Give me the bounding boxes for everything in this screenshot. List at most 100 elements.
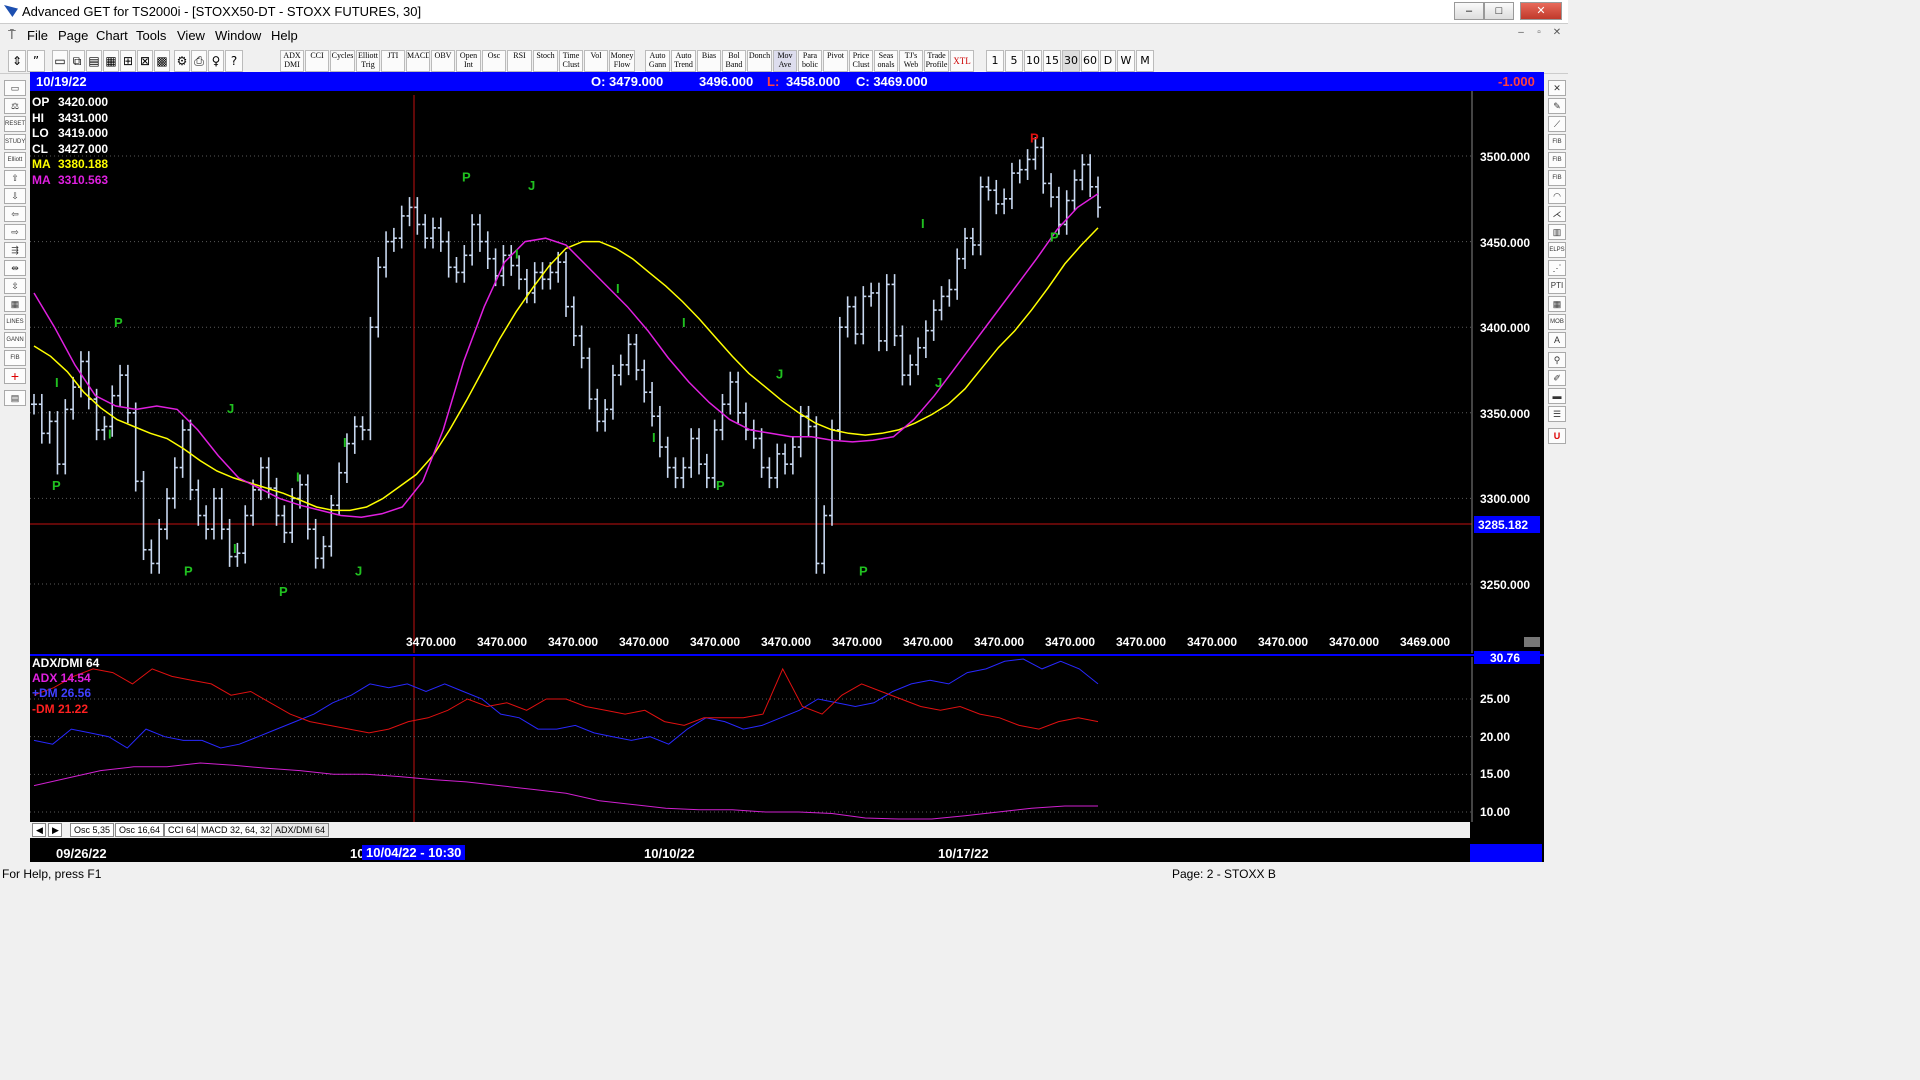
menu-help[interactable]: Help xyxy=(271,28,298,43)
interval-10[interactable]: 10 xyxy=(1024,50,1042,72)
settings-icon[interactable]: ⚙ xyxy=(174,50,190,72)
grid-toggle-icon[interactable]: ▦ xyxy=(4,296,26,312)
arc-icon[interactable]: ◠ xyxy=(1548,188,1566,204)
study-mov-ave[interactable]: Mov Ave xyxy=(773,50,797,72)
arrow-right-icon[interactable]: ⇨ xyxy=(4,224,26,240)
trendline-icon[interactable]: ⟋ xyxy=(1548,116,1566,132)
study-bias[interactable]: Bias xyxy=(697,50,721,72)
notes-icon[interactable]: ▤ xyxy=(4,390,26,406)
menu-tools[interactable]: Tools xyxy=(136,28,166,43)
layout-icon[interactable]: ⊞ xyxy=(120,50,136,72)
arrow-down-icon[interactable]: ⇩ xyxy=(4,188,26,204)
study-osc[interactable]: Osc xyxy=(482,50,506,72)
fib-time-icon[interactable]: FIB TIME xyxy=(1548,170,1566,195)
study-trade-profile[interactable]: Trade Profile xyxy=(924,50,949,72)
tab-osc-16-64[interactable]: Osc 16,64 xyxy=(115,823,165,837)
delete-icon[interactable]: ⊠ xyxy=(137,50,153,72)
study-parabolic[interactable]: Para bolic xyxy=(798,50,822,72)
tab-scroll-right[interactable]: ▶ xyxy=(48,823,62,837)
scale-corner-icon[interactable] xyxy=(1524,637,1540,647)
lines-icon[interactable]: LINES xyxy=(4,314,26,330)
study-macd[interactable]: MACD xyxy=(406,50,430,72)
interval-1[interactable]: 1 xyxy=(986,50,1004,72)
tab-cci-64[interactable]: CCI 64 xyxy=(164,823,201,837)
open-icon[interactable]: ▤ xyxy=(86,50,102,72)
mdi-restore-button[interactable]: ▫ xyxy=(1530,27,1548,43)
study-bol-band[interactable]: Bol Band xyxy=(722,50,746,72)
study-pivot[interactable]: Pivot xyxy=(823,50,848,72)
study-vol[interactable]: Vol xyxy=(584,50,608,72)
ellipse-icon[interactable]: ELPS xyxy=(1548,242,1566,258)
minimize-button[interactable]: – xyxy=(1454,2,1484,20)
grid-icon[interactable]: ▩ xyxy=(154,50,170,72)
study-time-clust[interactable]: Time Clust xyxy=(559,50,583,72)
fib-icon[interactable]: FIB xyxy=(4,350,26,366)
fan-icon[interactable]: ⋌ xyxy=(1548,206,1566,222)
copy-page-icon[interactable]: ⧉ xyxy=(69,50,85,72)
u-icon[interactable]: U xyxy=(1548,428,1566,444)
maximize-button[interactable]: □ xyxy=(1484,2,1514,20)
price-plot-area[interactable] xyxy=(30,91,1472,653)
study-elliott-trig[interactable]: Elliott Trig xyxy=(356,50,380,72)
paint-icon[interactable]: ✐ xyxy=(1548,370,1566,386)
interval-15[interactable]: 15 xyxy=(1043,50,1061,72)
study-obv[interactable]: OBV xyxy=(431,50,455,72)
tab-adx-dmi[interactable]: ADX/DMI 64 xyxy=(271,823,330,837)
study-seasonals[interactable]: Seas onals xyxy=(874,50,898,72)
interval-60[interactable]: 60 xyxy=(1081,50,1099,72)
date-scroll-box[interactable] xyxy=(1470,844,1542,862)
compress-icon[interactable]: ⇶ xyxy=(4,242,26,258)
interval-daily[interactable]: D xyxy=(1100,50,1116,72)
new-page-icon[interactable]: ▭ xyxy=(52,50,68,72)
list-icon[interactable]: ☰ xyxy=(1548,406,1566,422)
interval-weekly[interactable]: W xyxy=(1117,50,1135,72)
fib-ext-icon[interactable]: FIB EXT xyxy=(1548,152,1566,177)
tip-icon[interactable]: ♀ xyxy=(208,50,224,72)
interval-30[interactable]: 30 xyxy=(1062,50,1080,72)
mdi-minimize-button[interactable]: – xyxy=(1512,27,1530,43)
elliott-icon[interactable]: Elliott xyxy=(4,152,26,168)
arrow-left-icon[interactable]: ⇦ xyxy=(4,206,26,222)
reset-icon[interactable]: RESET xyxy=(4,116,26,132)
pointer-tool-icon[interactable]: ⇕ xyxy=(8,50,26,72)
scale-icon[interactable]: ⚖ xyxy=(4,98,26,114)
fib-ret-icon[interactable]: FIB RET xyxy=(1548,134,1566,159)
text-icon[interactable]: A xyxy=(1548,332,1566,348)
mdi-close-button[interactable]: ✕ xyxy=(1548,27,1566,43)
study-open-int[interactable]: Open Int xyxy=(456,50,481,72)
interval-monthly[interactable]: M xyxy=(1136,50,1154,72)
study-jti[interactable]: JTI xyxy=(381,50,405,72)
close-x-icon[interactable]: ✕ xyxy=(1548,80,1566,96)
expand-horizontal-icon[interactable]: ⇹ xyxy=(4,260,26,276)
quote-tool-icon[interactable]: ” xyxy=(27,50,45,72)
close-button[interactable]: ✕ xyxy=(1520,2,1562,20)
tab-scroll-left[interactable]: ◀ xyxy=(32,823,46,837)
study-cci[interactable]: CCI xyxy=(305,50,329,72)
study-auto-gann[interactable]: Auto Gann xyxy=(645,50,670,72)
study-stoch[interactable]: Stoch xyxy=(533,50,558,72)
pti-icon[interactable]: PTI xyxy=(1548,278,1566,294)
study-cycles[interactable]: Cycles xyxy=(330,50,355,72)
channel-icon[interactable]: ▥ xyxy=(1548,224,1566,240)
menu-window[interactable]: Window xyxy=(215,28,261,43)
chart-svg[interactable]: I P I P P I J I P J I P I J I P J I P P I J P I 3500.000 3450.0… xyxy=(30,91,1544,822)
menu-view[interactable]: View xyxy=(177,28,205,43)
arrow-up-icon[interactable]: ⇧ xyxy=(4,170,26,186)
gann-icon[interactable]: GANN xyxy=(4,332,26,348)
ruler-icon[interactable]: ▬ xyxy=(1548,388,1566,404)
gann-fan-icon[interactable]: ⋰ xyxy=(1548,260,1566,276)
study-tjs-web[interactable]: TJ's Web xyxy=(899,50,923,72)
study-auto-trend[interactable]: Auto Trend xyxy=(671,50,696,72)
pencil-icon[interactable]: ✎ xyxy=(1548,98,1566,114)
help-icon[interactable]: ? xyxy=(225,50,243,72)
study-price-clust[interactable]: Price Clust xyxy=(849,50,873,72)
mob-icon[interactable]: MOB xyxy=(1548,314,1566,330)
menu-file[interactable]: File xyxy=(27,28,48,43)
menu-page[interactable]: Page xyxy=(58,28,88,43)
study-icon[interactable]: STUDY xyxy=(4,134,26,150)
interval-5[interactable]: 5 xyxy=(1005,50,1023,72)
menu-chart[interactable]: Chart xyxy=(96,28,128,43)
crosshair-icon[interactable]: + xyxy=(4,368,26,384)
study-xtl[interactable]: XTL xyxy=(950,50,974,72)
study-donch[interactable]: Donch xyxy=(747,50,772,72)
